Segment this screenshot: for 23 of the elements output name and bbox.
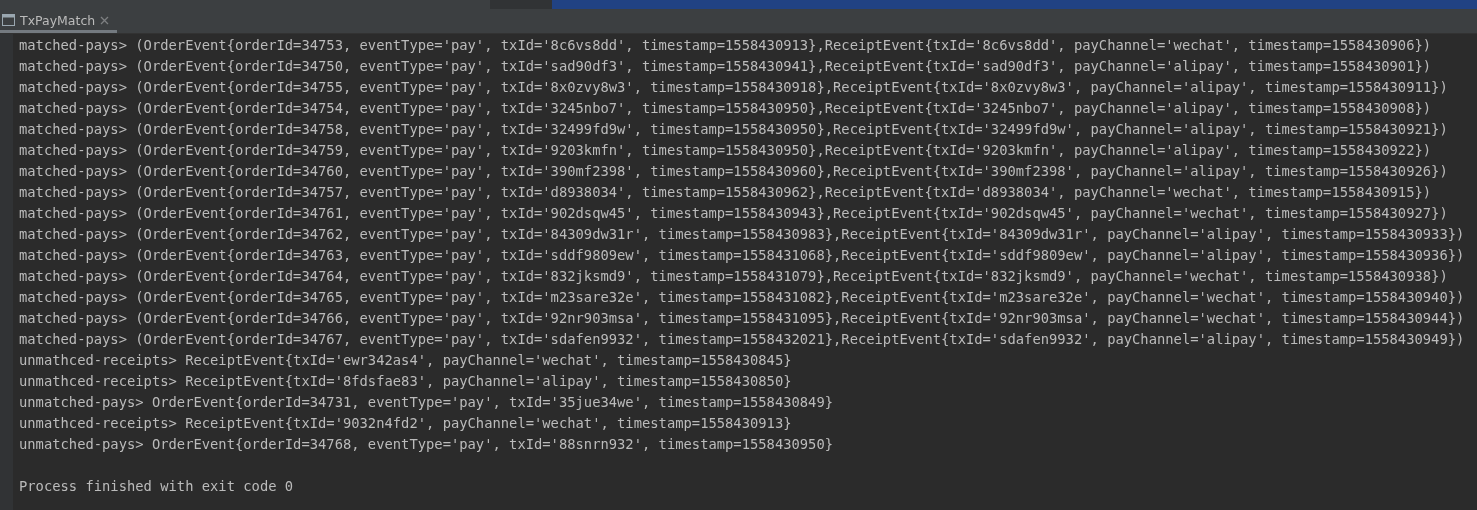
console-output-line: unmathced-receipts> ReceiptEvent{txId='ewr342as4', payChannel='wechat', timestamp=1558430845} [19,351,792,370]
console-output-line: matched-pays> (OrderEvent{orderId=34759, eventType='pay', txId='9203kmfn', timestamp=1558430950},ReceiptEvent{txId='9203kmfn', payChannel='alipay', timestamp=1558430922}) [19,141,1432,160]
console-output-line: unmatched-pays> OrderEvent{orderId=34731, eventType='pay', txId='35jue34we', timestamp=1558430849} [19,393,834,412]
console-output-line: matched-pays> (OrderEvent{orderId=34753, eventType='pay', txId='8c6vs8dd', timestamp=1558430913},ReceiptEvent{txId='8c6vs8dd', payChannel='wechat', timestamp=1558430906}) [19,36,1432,55]
console-output-line: matched-pays> (OrderEvent{orderId=34760, eventType='pay', txId='390mf2398', timestamp=1558430960},ReceiptEvent{txId='390mf2398', payChannel='alipay', timestamp=1558430926}) [19,162,1448,181]
console-output-line: matched-pays> (OrderEvent{orderId=34767, eventType='pay', txId='sdafen9932', timestamp=1558432021},ReceiptEvent{txId='sdafen9932', payChannel='alipay', timestamp=1558430949}) [19,330,1465,349]
console-output-line: matched-pays> (OrderEvent{orderId=34750, eventType='pay', txId='sad90df3', timestamp=1558430941},ReceiptEvent{txId='sad90df3', payChannel='alipay', timestamp=1558430901}) [19,57,1432,76]
console-output-line: matched-pays> (OrderEvent{orderId=34766, eventType='pay', txId='92nr903msa', timestamp=1558431095},ReceiptEvent{txId='92nr903msa', payChannel='wechat', timestamp=1558430944}) [19,309,1465,328]
console-output-line: matched-pays> (OrderEvent{orderId=34762, eventType='pay', txId='84309dw31r', timestamp=1558430983},ReceiptEvent{txId='84309dw31r', payChannel='alipay', timestamp=1558430933}) [19,225,1465,244]
console-window-icon [2,14,15,26]
console-output-line: unmatched-pays> OrderEvent{orderId=34768, eventType='pay', txId='88snrn932', timestamp=1558430950} [19,435,834,454]
console-output-line: matched-pays> (OrderEvent{orderId=34761, eventType='pay', txId='902dsqw45', timestamp=1558430943},ReceiptEvent{txId='902dsqw45', payChannel='wechat', timestamp=1558430927}) [19,204,1448,223]
console-output-line: matched-pays> (OrderEvent{orderId=34764, eventType='pay', txId='832jksmd9', timestamp=1558431079},ReceiptEvent{txId='832jksmd9', payChannel='wechat', timestamp=1558430938}) [19,267,1448,286]
console-output-line: unmathced-receipts> ReceiptEvent{txId='8fdsfae83', payChannel='alipay', timestamp=1558430850} [19,372,792,391]
console-output-line: unmathced-receipts> ReceiptEvent{txId='9032n4fd2', payChannel='wechat', timestamp=1558430913} [19,414,792,433]
console-output-line: matched-pays> (OrderEvent{orderId=34754, eventType='pay', txId='3245nbo7', timestamp=1558430950},ReceiptEvent{txId='3245nbo7', payChannel='alipay', timestamp=1558430908}) [19,99,1432,118]
close-icon[interactable] [100,15,110,25]
console-output-line: matched-pays> (OrderEvent{orderId=34757, eventType='pay', txId='d8938034', timestamp=1558430962},ReceiptEvent{txId='d8938034', payChannel='wechat', timestamp=1558430915}) [19,183,1432,202]
console-output-line: matched-pays> (OrderEvent{orderId=34755, eventType='pay', txId='8x0zvy8w3', timestamp=1558430918},ReceiptEvent{txId='8x0zvy8w3', payChannel='alipay', timestamp=1558430911}) [19,78,1448,97]
console-output-line: matched-pays> (OrderEvent{orderId=34765, eventType='pay', txId='m23sare32e', timestamp=1558431082},ReceiptEvent{txId='m23sare32e', payChannel='wechat', timestamp=1558430940}) [19,288,1465,307]
process-exit-message: Process finished with exit code 0 [19,477,294,496]
console-output-line: matched-pays> (OrderEvent{orderId=34763, eventType='pay', txId='sddf9809ew', timestamp=1558431068},ReceiptEvent{txId='sddf9809ew', payChannel='alipay', timestamp=1558430936}) [19,246,1465,265]
console-output-line: matched-pays> (OrderEvent{orderId=34758, eventType='pay', txId='32499fd9w', timestamp=1558430950},ReceiptEvent{txId='32499fd9w', payChannel='alipay', timestamp=1558430921}) [19,120,1448,139]
